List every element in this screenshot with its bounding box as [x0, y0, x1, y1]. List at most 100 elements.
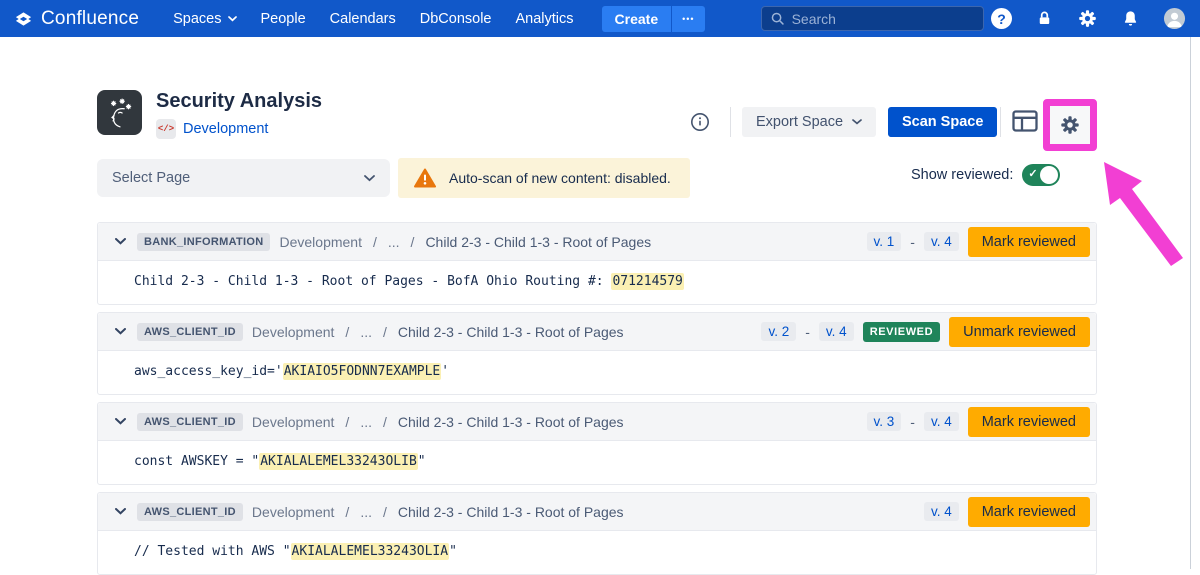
version-to-badge[interactable]: v. 4: [819, 322, 854, 341]
code-icon: </>: [156, 119, 176, 139]
nav-item-dbconsole[interactable]: DbConsole: [408, 11, 504, 27]
version-to-badge[interactable]: v. 4: [924, 412, 959, 431]
unmark-reviewed-button[interactable]: Unmark reviewed: [949, 317, 1090, 347]
chevron-down-icon[interactable]: [113, 506, 128, 517]
finding-header[interactable]: AWS_CLIENT_ID Development / ... / Child …: [98, 313, 1096, 351]
top-nav: Confluence Spaces People Calendars DbCon…: [0, 0, 1200, 37]
code-highlight: 071214579: [611, 273, 683, 290]
breadcrumb-ellipsis[interactable]: ...: [360, 414, 372, 430]
version-from-badge[interactable]: v. 3: [867, 412, 902, 431]
search-box[interactable]: [761, 6, 984, 31]
finding-row: BANK_INFORMATION Development / ... / Chi…: [97, 222, 1097, 305]
gear-icon[interactable]: [1059, 114, 1081, 136]
check-icon: ✓: [1028, 167, 1037, 180]
sidebar-layout-icon[interactable]: [1012, 110, 1038, 137]
show-reviewed-label: Show reviewed:: [911, 167, 1013, 183]
create-button[interactable]: Create: [602, 6, 672, 32]
version-from-badge[interactable]: v. 4: [924, 502, 959, 521]
create-overflow-button[interactable]: •••: [671, 6, 704, 32]
breadcrumb-page[interactable]: Child 2-3 - Child 1-3 - Root of Pages: [425, 234, 651, 250]
gear-icon[interactable]: [1077, 8, 1098, 29]
select-page-dropdown[interactable]: Select Page: [97, 159, 390, 197]
warning-text: Auto-scan of new content: disabled.: [449, 170, 671, 186]
info-icon[interactable]: [690, 112, 710, 137]
code-text: const AWSKEY = ": [134, 454, 259, 469]
code-highlight: AKIALALEMEL33243OLIA: [291, 543, 450, 560]
page-edge-divider: [1190, 37, 1191, 569]
bell-icon[interactable]: [1121, 9, 1140, 28]
code-text: // Tested with AWS ": [134, 544, 291, 559]
version-range-dash: -: [910, 414, 915, 430]
version-from-badge[interactable]: v. 2: [761, 322, 796, 341]
breadcrumb-ellipsis[interactable]: ...: [360, 504, 372, 520]
lock-icon[interactable]: [1035, 9, 1054, 28]
breadcrumb-separator: /: [371, 234, 379, 250]
finding-snippet: // Tested with AWS "AKIALALEMEL33243OLIA…: [98, 531, 1096, 574]
breadcrumb-separator: /: [381, 414, 389, 430]
mark-reviewed-button[interactable]: Mark reviewed: [968, 497, 1090, 527]
code-text: ": [418, 454, 426, 469]
breadcrumb-space[interactable]: Development: [252, 504, 335, 520]
finding-type-badge: AWS_CLIENT_ID: [137, 503, 243, 521]
finding-type-badge: AWS_CLIENT_ID: [137, 323, 243, 341]
search-input[interactable]: [792, 11, 975, 27]
user-avatar[interactable]: [1163, 7, 1186, 30]
breadcrumb-separator: /: [409, 234, 417, 250]
code-text: ": [449, 544, 457, 559]
chevron-down-icon[interactable]: [113, 326, 128, 337]
export-space-button[interactable]: Export Space: [742, 107, 876, 137]
breadcrumb-space[interactable]: Development: [252, 324, 335, 340]
confluence-mark-icon: [14, 10, 33, 28]
nav-item-spaces[interactable]: Spaces: [161, 11, 248, 27]
help-icon[interactable]: ?: [991, 8, 1012, 29]
mark-reviewed-button[interactable]: Mark reviewed: [968, 227, 1090, 257]
breadcrumb-page[interactable]: Child 2-3 - Child 1-3 - Root of Pages: [398, 324, 624, 340]
space-settings-gear-highlight[interactable]: [1043, 99, 1097, 151]
finding-header[interactable]: AWS_CLIENT_ID Development / ... / Child …: [98, 403, 1096, 441]
finding-snippet: Child 2-3 - Child 1-3 - Root of Pages - …: [98, 261, 1096, 304]
autoscan-warning-banner: Auto-scan of new content: disabled.: [398, 158, 690, 198]
space-avatar[interactable]: [97, 90, 142, 135]
finding-row: AWS_CLIENT_ID Development / ... / Child …: [97, 492, 1097, 575]
toggle-knob: [1040, 166, 1058, 184]
breadcrumb-space[interactable]: Development: [279, 234, 362, 250]
chevron-down-icon[interactable]: [113, 416, 128, 427]
page-title: Security Analysis: [156, 90, 322, 113]
nav-item-people[interactable]: People: [249, 11, 318, 27]
breadcrumb-page[interactable]: Child 2-3 - Child 1-3 - Root of Pages: [398, 504, 624, 520]
chevron-down-icon: [364, 175, 375, 182]
nav-item-analytics[interactable]: Analytics: [504, 11, 586, 27]
code-highlight: AKIALALEMEL33243OLIB: [259, 453, 418, 470]
breadcrumb-page[interactable]: Child 2-3 - Child 1-3 - Root of Pages: [398, 414, 624, 430]
finding-type-badge: BANK_INFORMATION: [137, 233, 270, 251]
code-text: aws_access_key_id=': [134, 364, 283, 379]
breadcrumb-space[interactable]: Development: [252, 414, 335, 430]
finding-header[interactable]: BANK_INFORMATION Development / ... / Chi…: [98, 223, 1096, 261]
breadcrumb-separator: /: [381, 324, 389, 340]
brand-name: Confluence: [41, 8, 139, 30]
code-highlight: AKIAIO5FODNN7EXAMPLE: [283, 363, 442, 380]
version-from-badge[interactable]: v. 1: [867, 232, 902, 251]
confluence-logo[interactable]: Confluence: [14, 8, 139, 30]
scan-space-button[interactable]: Scan Space: [888, 107, 997, 137]
search-icon: [770, 11, 785, 26]
finding-row: AWS_CLIENT_ID Development / ... / Child …: [97, 312, 1097, 395]
show-reviewed-toggle[interactable]: ✓: [1022, 164, 1060, 186]
finding-snippet: const AWSKEY = "AKIALALEMEL33243OLIB": [98, 441, 1096, 484]
space-header: Security Analysis </> Development: [97, 90, 322, 139]
version-to-badge[interactable]: v. 4: [924, 232, 959, 251]
finding-header[interactable]: AWS_CLIENT_ID Development / ... / Child …: [98, 493, 1096, 531]
nav-item-calendars[interactable]: Calendars: [318, 11, 408, 27]
code-text: Child 2-3 - Child 1-3 - Root of Pages - …: [134, 274, 611, 289]
breadcrumb-ellipsis[interactable]: ...: [360, 324, 372, 340]
warning-icon: [414, 168, 436, 188]
mark-reviewed-button[interactable]: Mark reviewed: [968, 407, 1090, 437]
divider: [730, 107, 731, 137]
space-link[interactable]: Development: [183, 121, 268, 137]
chevron-down-icon[interactable]: [113, 236, 128, 247]
select-page-label: Select Page: [112, 170, 190, 186]
code-text: ': [441, 364, 449, 379]
breadcrumb-ellipsis[interactable]: ...: [388, 234, 400, 250]
chevron-down-icon: [852, 119, 862, 125]
breadcrumb-separator: /: [343, 324, 351, 340]
